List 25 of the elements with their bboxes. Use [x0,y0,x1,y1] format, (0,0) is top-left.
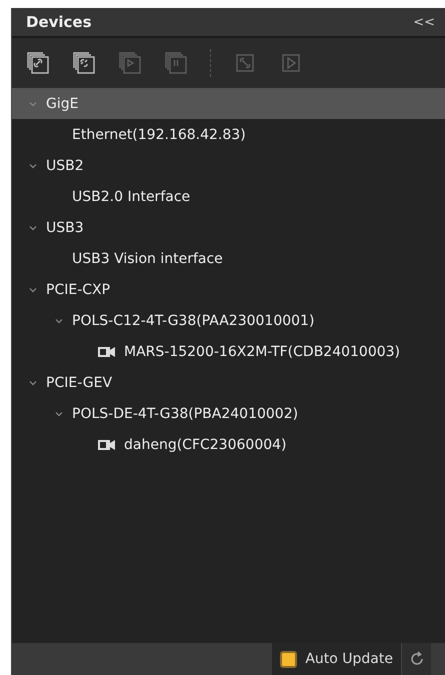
tree-item[interactable]: PCIE-GEV [12,367,445,398]
collapse-button[interactable]: << [413,14,435,30]
link-icon [26,51,50,75]
tree-item[interactable]: Ethernet(192.168.42.83) [12,119,445,150]
pause-icon [164,51,188,75]
auto-update-checkbox[interactable]: Auto Update [272,643,401,675]
refresh-button[interactable] [401,643,431,675]
panel-title: Devices [26,13,92,31]
tree-item[interactable]: POLS-C12-4T-G38(PAA230010001) [12,305,445,336]
tree-item[interactable]: USB2 [12,150,445,181]
toolbar-button[interactable] [26,51,50,75]
tree-item[interactable]: USB3 Vision interface [12,243,445,274]
tree-item[interactable]: USB3 [12,212,445,243]
camera-icon [98,346,116,358]
tree-item[interactable]: daheng(CFC23060004) [12,429,445,460]
camera-icon [98,438,116,450]
checkbox-icon[interactable] [280,650,298,668]
link-icon [72,51,96,75]
play-icon [118,51,142,75]
tree-item[interactable]: USB2.0 Interface [12,181,445,212]
toolbar-button[interactable] [72,51,96,75]
tree-item[interactable]: PCIE-CXP [12,274,445,305]
tree-item[interactable]: GigE [12,88,445,119]
tree-item[interactable]: MARS-15200-16X2M-TF(CDB24010003) [12,336,445,367]
tree-item[interactable]: POLS-DE-4T-G38(PBA24010002) [12,398,445,429]
